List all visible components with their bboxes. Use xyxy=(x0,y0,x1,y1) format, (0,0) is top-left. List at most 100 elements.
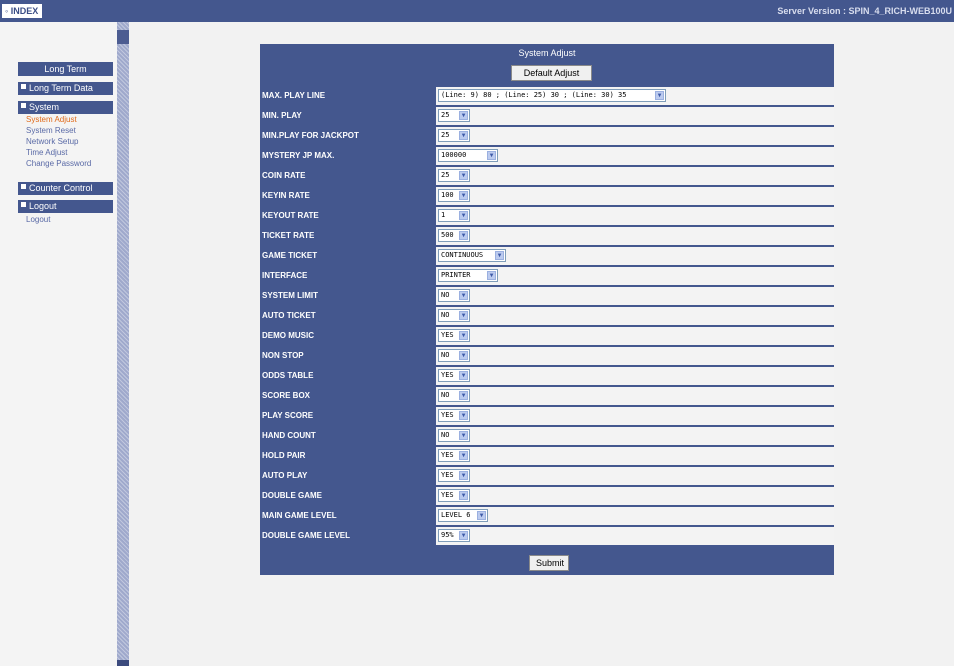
default-adjust-button[interactable]: Default Adjust xyxy=(511,65,592,81)
setting-select[interactable]: 25 ▼ xyxy=(438,169,470,182)
chevron-down-icon[interactable]: ▼ xyxy=(459,451,468,460)
setting-select[interactable]: NO ▼ xyxy=(438,289,470,302)
nav-item-network-setup[interactable]: Network Setup xyxy=(26,137,78,147)
setting-value-cell: YES ▼ xyxy=(436,407,834,425)
setting-select[interactable]: PRINTER ▼ xyxy=(438,269,498,282)
setting-select-value: NO xyxy=(441,391,450,399)
setting-select-value: PRINTER xyxy=(441,271,471,279)
chevron-down-icon[interactable]: ▼ xyxy=(459,111,468,120)
chevron-down-icon[interactable]: ▼ xyxy=(459,411,468,420)
setting-select[interactable]: YES ▼ xyxy=(438,449,470,462)
index-link[interactable]: ◦ INDEX xyxy=(2,4,43,18)
setting-select[interactable]: NO ▼ xyxy=(438,389,470,402)
setting-value-cell: PRINTER ▼ xyxy=(436,267,834,285)
nav-item-change-password[interactable]: Change Password xyxy=(26,159,91,169)
setting-select[interactable]: YES ▼ xyxy=(438,409,470,422)
chevron-down-icon[interactable]: ▼ xyxy=(495,251,504,260)
setting-select-value: (Line: 9) 80 ; (Line: 25) 30 ; (Line: 30… xyxy=(441,91,627,99)
chevron-down-icon[interactable]: ▼ xyxy=(459,211,468,220)
setting-select-value: NO xyxy=(441,351,450,359)
setting-row: COIN RATE 25 ▼ xyxy=(260,167,834,186)
setting-select-value: NO xyxy=(441,311,450,319)
chevron-down-icon[interactable]: ▼ xyxy=(459,311,468,320)
setting-row: ODDS TABLE YES ▼ xyxy=(260,367,834,386)
nav-item-system-adjust[interactable]: System Adjust xyxy=(26,115,77,125)
setting-label: MYSTERY JP MAX. xyxy=(262,151,335,160)
setting-label: DOUBLE GAME LEVEL xyxy=(262,531,351,540)
setting-select-value: 95% xyxy=(441,531,454,539)
setting-row: AUTO PLAY YES ▼ xyxy=(260,467,834,486)
chevron-down-icon[interactable]: ▼ xyxy=(477,511,486,520)
setting-row: NON STOP NO ▼ xyxy=(260,347,834,366)
setting-select[interactable]: NO ▼ xyxy=(438,309,470,322)
setting-row: GAME TICKET CONTINUOUS ▼ xyxy=(260,247,834,266)
chevron-down-icon[interactable]: ▼ xyxy=(459,391,468,400)
setting-select[interactable]: YES ▼ xyxy=(438,329,470,342)
server-version: Server Version : SPIN_4_RICH-WEB100U xyxy=(777,6,952,16)
setting-select-value: YES xyxy=(441,371,454,379)
setting-select[interactable]: 25 ▼ xyxy=(438,109,470,122)
setting-select[interactable]: 1 ▼ xyxy=(438,209,470,222)
nav-group-counter-control[interactable]: Counter Control xyxy=(18,182,113,195)
setting-row: MYSTERY JP MAX. 100000 ▼ xyxy=(260,147,834,166)
setting-select-value: NO xyxy=(441,291,450,299)
setting-label: DOUBLE GAME xyxy=(262,491,322,500)
setting-select[interactable]: 100000 ▼ xyxy=(438,149,498,162)
setting-label: MIN.PLAY FOR JACKPOT xyxy=(262,131,359,140)
setting-label: AUTO PLAY xyxy=(262,471,308,480)
frame-divider[interactable] xyxy=(117,22,129,666)
chevron-down-icon[interactable]: ▼ xyxy=(459,131,468,140)
top-bar: ◦ INDEX Server Version : SPIN_4_RICH-WEB… xyxy=(0,0,954,22)
chevron-down-icon[interactable]: ▼ xyxy=(459,371,468,380)
nav-item-logout[interactable]: Logout xyxy=(26,215,50,225)
square-bullet-icon xyxy=(21,103,26,108)
setting-value-cell: NO ▼ xyxy=(436,387,834,405)
setting-row: AUTO TICKET NO ▼ xyxy=(260,307,834,326)
chevron-down-icon[interactable]: ▼ xyxy=(487,151,496,160)
chevron-down-icon[interactable]: ▼ xyxy=(655,91,664,100)
setting-select[interactable]: 25 ▼ xyxy=(438,129,470,142)
setting-select[interactable]: (Line: 9) 80 ; (Line: 25) 30 ; (Line: 30… xyxy=(438,89,666,102)
setting-row: DOUBLE GAME LEVEL 95% ▼ xyxy=(260,527,834,546)
square-bullet-icon xyxy=(21,84,26,89)
chevron-down-icon[interactable]: ▼ xyxy=(459,471,468,480)
chevron-down-icon[interactable]: ▼ xyxy=(459,431,468,440)
setting-label: SCORE BOX xyxy=(262,391,311,400)
chevron-down-icon[interactable]: ▼ xyxy=(459,291,468,300)
setting-row: SCORE BOX NO ▼ xyxy=(260,387,834,406)
setting-select[interactable]: 95% ▼ xyxy=(438,529,470,542)
chevron-down-icon[interactable]: ▼ xyxy=(459,351,468,360)
setting-select-value: 1 xyxy=(441,211,446,219)
nav-group-long-term-data[interactable]: Long Term Data xyxy=(18,82,113,95)
nav-item-system-reset[interactable]: System Reset xyxy=(26,126,76,136)
setting-value-cell: 100 ▼ xyxy=(436,187,834,205)
setting-select[interactable]: YES ▼ xyxy=(438,469,470,482)
chevron-down-icon[interactable]: ▼ xyxy=(459,331,468,340)
setting-select[interactable]: CONTINUOUS ▼ xyxy=(438,249,506,262)
setting-select[interactable]: NO ▼ xyxy=(438,429,470,442)
chevron-down-icon[interactable]: ▼ xyxy=(459,531,468,540)
submit-button[interactable]: Submit xyxy=(529,555,569,571)
setting-select[interactable]: YES ▼ xyxy=(438,489,470,502)
setting-select[interactable]: 500 ▼ xyxy=(438,229,470,242)
setting-select[interactable]: YES ▼ xyxy=(438,369,470,382)
chevron-down-icon[interactable]: ▼ xyxy=(459,171,468,180)
setting-select[interactable]: 100 ▼ xyxy=(438,189,470,202)
nav-item-time-adjust[interactable]: Time Adjust xyxy=(26,148,68,158)
setting-value-cell: NO ▼ xyxy=(436,427,834,445)
chevron-down-icon[interactable]: ▼ xyxy=(487,271,496,280)
nav-group-logout[interactable]: Logout xyxy=(18,200,113,213)
setting-label: MAIN GAME LEVEL xyxy=(262,511,337,520)
nav-title[interactable]: Long Term xyxy=(18,62,113,76)
setting-select[interactable]: NO ▼ xyxy=(438,349,470,362)
setting-row: KEYIN RATE 100 ▼ xyxy=(260,187,834,206)
divider-handle[interactable] xyxy=(117,30,129,44)
nav-group-label: Logout xyxy=(29,201,57,211)
divider-end xyxy=(117,660,129,666)
chevron-down-icon[interactable]: ▼ xyxy=(459,231,468,240)
chevron-down-icon[interactable]: ▼ xyxy=(459,491,468,500)
setting-select[interactable]: LEVEL 6 ▼ xyxy=(438,509,488,522)
nav-group-system[interactable]: System xyxy=(18,101,113,114)
square-bullet-icon xyxy=(21,184,26,189)
chevron-down-icon[interactable]: ▼ xyxy=(459,191,468,200)
